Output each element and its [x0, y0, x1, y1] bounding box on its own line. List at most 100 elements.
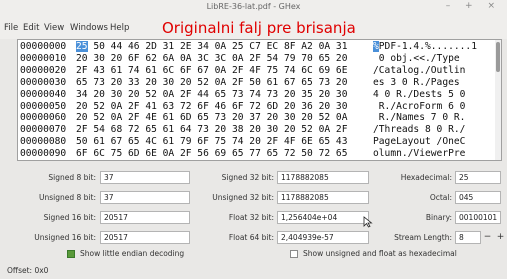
mouse-pointer-icon — [363, 216, 373, 228]
stream-length-field[interactable]: 8 — [455, 231, 481, 244]
ascii-chars[interactable]: R./Names 7 0 R. — [379, 112, 466, 123]
hex-bytes[interactable]: 52 0A 2F 4E 61 6D 65 73 20 37 20 30 20 5… — [88, 112, 347, 123]
signed8-field[interactable]: 37 — [100, 171, 190, 184]
hex-row-ascii[interactable]: 4 0 R./Dests 5 0 — [373, 89, 465, 100]
binary-label: Binary: — [425, 213, 452, 222]
hex-bytes[interactable]: 61 67 65 4C 61 79 6F 75 74 20 2F 4F 6E 6… — [88, 136, 347, 147]
ascii-chars[interactable]: ageLayout /OneC — [379, 136, 466, 147]
hex-byte[interactable]: 65 — [76, 77, 88, 88]
hex-row-ascii[interactable]: PageLayout /OneC — [373, 136, 465, 147]
hex-bytes[interactable]: 6C 75 6D 6E 0A 2F 56 69 65 77 65 72 50 7… — [88, 148, 347, 159]
hex-byte[interactable]: 34 — [76, 89, 88, 100]
hex-row-bytes[interactable]: 25 50 44 46 2D 31 2E 34 0A 25 C7 EC 8F A… — [76, 41, 347, 52]
ascii-chars[interactable]: 0 obj.<<./Type — [379, 53, 466, 64]
little-endian-label: Show little endian decoding — [80, 249, 185, 258]
binary-field[interactable]: 00100101 — [455, 211, 501, 224]
hex-bytes[interactable]: 50 44 46 2D 31 2E 34 0A 25 C7 EC 8F A2 0… — [88, 41, 347, 52]
stream-length-increment-button[interactable]: + — [495, 231, 506, 244]
signed16-label: Signed 16 bit: — [43, 213, 96, 222]
hex-row-bytes[interactable]: 20 52 0A 2F 4E 61 6D 65 73 20 37 20 30 2… — [76, 112, 347, 123]
unsigned16-label: Unsigned 16 bit: — [34, 233, 96, 242]
hex-row-offset: 00000000 — [20, 41, 67, 52]
unsigned32-field[interactable]: 1178882085 — [277, 191, 369, 204]
menu-windows[interactable]: Windows — [70, 23, 108, 33]
title-bar: LibRE-36-lat.pdf - GHex – + × — [0, 0, 507, 17]
hex-byte[interactable]: 2F — [76, 124, 88, 135]
hex-bytes[interactable]: 54 68 72 65 61 64 73 20 38 20 30 20 52 0… — [88, 124, 347, 135]
hex-row-offset: 00000060 — [20, 112, 67, 124]
hex-byte[interactable]: 50 — [76, 136, 88, 147]
hex-row-ascii[interactable]: /Threads 8 0 R./ — [373, 124, 465, 135]
status-bar-offset: Offset: 0x0 — [7, 266, 49, 275]
hex-row-ascii[interactable]: %PDF-1.4.%.......1 — [373, 41, 477, 52]
ascii-chars[interactable]: Catalog./Outlin — [379, 65, 466, 76]
hex-row-bytes[interactable]: 50 61 67 65 4C 61 79 6F 75 74 20 2F 4F 6… — [76, 136, 347, 147]
hex-byte[interactable]: 20 — [76, 101, 88, 112]
window-controls[interactable]: – + × — [446, 1, 501, 11]
hex-row-offset: 00000030 — [20, 76, 67, 88]
signed32-label: Signed 32 bit: — [221, 173, 274, 182]
menu-file[interactable]: File — [4, 23, 18, 33]
hex-bytes[interactable]: 30 20 6F 62 6A 0A 3C 3C 0A 2F 54 79 70 6… — [88, 53, 347, 64]
hexadecimal-label: Hexadecimal: — [400, 173, 452, 182]
hex-editor-pane[interactable]: 00000000 25 50 44 46 2D 31 2E 34 0A 25 C7… — [17, 39, 502, 161]
ascii-chars[interactable]: lumn./ViewerPre — [379, 148, 466, 159]
unsigned-hex-checkbox[interactable] — [290, 250, 298, 258]
stream-length-label: Stream Length: — [394, 233, 452, 242]
scrollbar-thumb[interactable] — [496, 42, 500, 72]
hex-row-bytes[interactable]: 2F 43 61 74 61 6C 6F 67 0A 2F 4F 75 74 6… — [76, 65, 347, 76]
hex-row-bytes[interactable]: 2F 54 68 72 65 61 64 73 20 38 20 30 20 5… — [76, 124, 347, 135]
ascii-chars[interactable]: PDF-1.4.%.......1 — [379, 41, 477, 52]
hex-row-ascii[interactable]: olumn./ViewerPre — [373, 148, 465, 159]
hex-row-ascii[interactable]: es 3 0 R./Pages — [373, 77, 465, 88]
ascii-chars[interactable]: Threads 8 0 R./ — [379, 124, 466, 135]
hex-byte[interactable]: 2F — [76, 65, 88, 76]
hex-row-offset: 00000090 — [20, 148, 67, 160]
float32-field[interactable]: 1,256404e+04 — [277, 211, 369, 224]
hex-byte[interactable]: 20 — [76, 53, 88, 64]
float32-label: Float 32 bit: — [228, 213, 274, 222]
hex-row-offset: 00000040 — [20, 88, 67, 100]
unsigned32-label: Unsigned 32 bit: — [212, 193, 274, 202]
unsigned8-label: Unsigned 8 bit: — [39, 193, 96, 202]
hexadecimal-field[interactable]: 25 — [455, 171, 501, 184]
unsigned-hex-label: Show unsigned and float as hexadecimal — [303, 249, 457, 258]
window-title: LibRE-36-lat.pdf - GHex — [206, 2, 301, 11]
hex-byte[interactable]: 20 — [76, 112, 88, 123]
hex-row-ascii[interactable]: R./AcroForm 6 0 — [373, 101, 466, 112]
vertical-scrollbar[interactable] — [495, 40, 501, 160]
hex-row-bytes[interactable]: 20 30 20 6F 62 6A 0A 3C 3C 0A 2F 54 79 7… — [76, 53, 347, 64]
hex-row-ascii[interactable]: /Catalog./Outlin — [373, 65, 465, 76]
hex-byte[interactable]: 25 — [76, 41, 88, 52]
hex-row-bytes[interactable]: 6F 6C 75 6D 6E 0A 2F 56 69 65 77 65 72 5… — [76, 148, 347, 159]
ascii-chars[interactable]: R./AcroForm 6 0 — [379, 101, 466, 112]
menu-view[interactable]: View — [44, 23, 64, 33]
ascii-chars[interactable]: 0 R./Dests 5 0 — [379, 89, 466, 100]
hex-bytes[interactable]: 20 30 20 52 0A 2F 44 65 73 74 73 20 35 2… — [88, 89, 347, 100]
octal-label: Octal: — [429, 193, 452, 202]
stream-length-decrement-button[interactable]: − — [482, 231, 493, 244]
hex-row-bytes[interactable]: 65 73 20 33 20 30 20 52 0A 2F 50 61 67 6… — [76, 77, 347, 88]
hex-row-bytes[interactable]: 34 20 30 20 52 0A 2F 44 65 73 74 73 20 3… — [76, 89, 347, 100]
unsigned8-field[interactable]: 37 — [100, 191, 190, 204]
menu-help[interactable]: Help — [110, 23, 129, 33]
unsigned16-field[interactable]: 20517 — [100, 231, 190, 244]
hex-bytes[interactable]: 52 0A 2F 41 63 72 6F 46 6F 72 6D 20 36 2… — [88, 101, 347, 112]
hex-row-offset: 00000070 — [20, 124, 67, 136]
hex-row-offset: 00000010 — [20, 52, 67, 64]
ascii-chars[interactable]: s 3 0 R./Pages — [379, 77, 466, 88]
menu-edit[interactable]: Edit — [23, 23, 39, 33]
hex-bytes[interactable]: 73 20 33 20 30 20 52 0A 2F 50 61 67 65 7… — [88, 77, 347, 88]
hex-bytes[interactable]: 43 61 74 61 6C 6F 67 0A 2F 4F 75 74 6C 6… — [88, 65, 347, 76]
octal-field[interactable]: 045 — [455, 191, 501, 204]
float64-label: Float 64 bit: — [228, 233, 274, 242]
float64-field[interactable]: 2,404939e-57 — [277, 231, 369, 244]
signed8-label: Signed 8 bit: — [48, 173, 96, 182]
signed32-field[interactable]: 1178882085 — [277, 171, 369, 184]
signed16-field[interactable]: 20517 — [100, 211, 190, 224]
hex-row-ascii[interactable]: R./Names 7 0 R. — [373, 112, 466, 123]
little-endian-checkbox[interactable] — [67, 250, 75, 258]
hex-byte[interactable]: 6F — [76, 148, 88, 159]
hex-row-ascii[interactable]: 0 obj.<<./Type — [373, 53, 465, 64]
hex-row-bytes[interactable]: 20 52 0A 2F 41 63 72 6F 46 6F 72 6D 20 3… — [76, 101, 347, 112]
